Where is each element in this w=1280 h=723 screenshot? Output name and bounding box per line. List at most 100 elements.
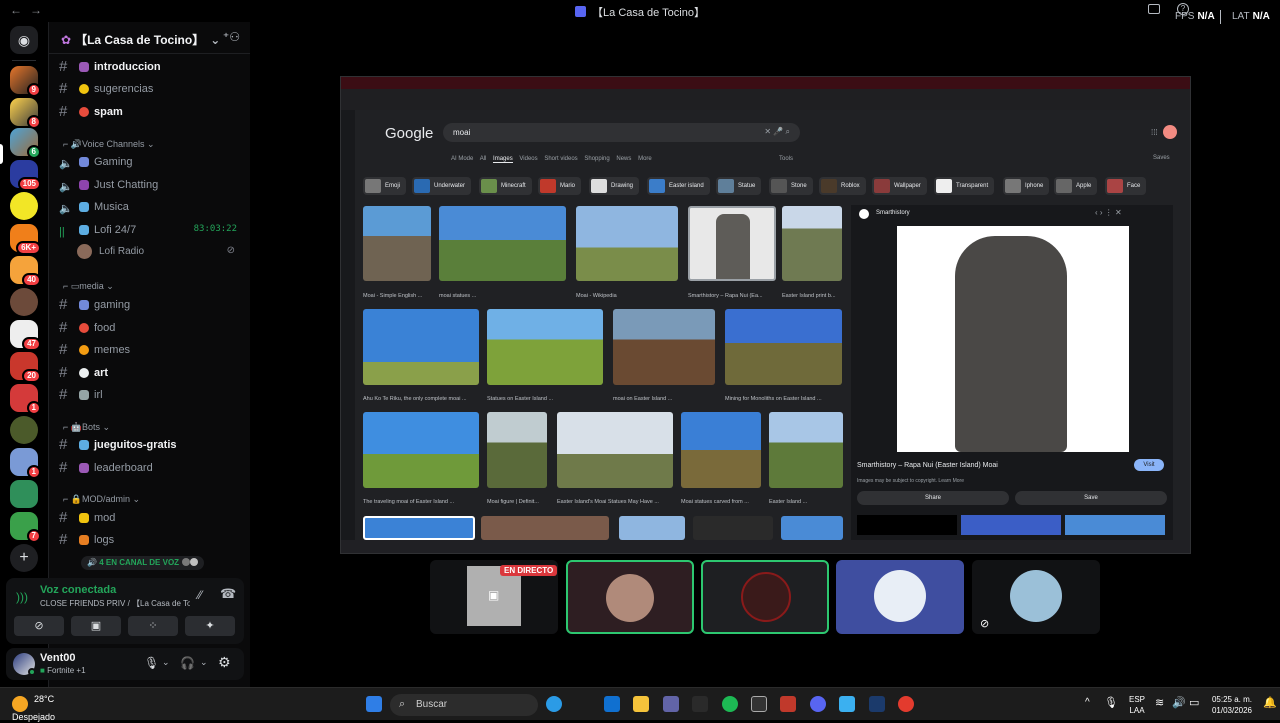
server-icon-7[interactable]: 40: [10, 256, 41, 287]
server-icon-15[interactable]: 7: [10, 512, 41, 543]
camera-off-button[interactable]: ⊘: [14, 616, 64, 636]
headphones-icon[interactable]: 🎧: [180, 656, 195, 670]
channel-jueguitos-gratis[interactable]: # jueguitos-gratis: [59, 436, 247, 456]
chevron-down-icon[interactable]: ⌄: [200, 657, 208, 668]
microphone-icon[interactable]: 🎙: [1104, 696, 1118, 709]
file-explorer-icon[interactable]: [633, 696, 649, 712]
voice-channel-just-chatting[interactable]: 🔈 Just Chatting: [59, 176, 247, 196]
share-screen-button[interactable]: ▣: [71, 616, 121, 636]
app-icon[interactable]: [839, 696, 855, 712]
channel-memes[interactable]: # memes: [59, 341, 247, 361]
participant-tile[interactable]: ⊘: [972, 560, 1100, 634]
server-icon-2[interactable]: 8: [10, 98, 41, 129]
server-icon-la-casa-de-tocino[interactable]: 6: [10, 128, 41, 159]
channel-spam[interactable]: # spam: [59, 103, 247, 123]
channel-logs[interactable]: # logs: [59, 531, 247, 551]
temperature: 28°C: [34, 694, 55, 704]
chrome-icon[interactable]: [898, 696, 914, 712]
participant-tile[interactable]: [701, 560, 829, 634]
category-media[interactable]: ⌐ ▭media ⌄: [63, 281, 114, 292]
microphone-icon[interactable]: 🎙: [144, 656, 159, 670]
voice-location[interactable]: CLOSE FRIENDS PRIV / 【La Casa de To...: [40, 598, 190, 609]
app-icon[interactable]: [869, 696, 885, 712]
battery-icon[interactable]: ▭: [1189, 696, 1199, 709]
guild-header[interactable]: ✿ 【La Casa de Tocino】 ⌄ ⁺⚇: [49, 22, 250, 54]
category-label: media: [79, 281, 104, 291]
app-icon[interactable]: [751, 696, 767, 712]
soundboard-icon: ✦: [205, 620, 215, 632]
notifications-icon[interactable]: 🔔: [1263, 696, 1277, 709]
hash-icon: #: [59, 364, 68, 381]
category-mod-admin[interactable]: ⌐ 🔒MOD/admin ⌄: [63, 494, 140, 505]
channel-irl[interactable]: # irl: [59, 386, 247, 406]
server-icon-5[interactable]: [10, 192, 38, 220]
wifi-icon[interactable]: ≋: [1155, 696, 1164, 709]
channel-sugerencias[interactable]: # sugerencias: [59, 80, 247, 100]
image-result: [363, 412, 479, 488]
server-icon-11[interactable]: 1: [10, 384, 41, 415]
direct-messages-icon[interactable]: ◉: [10, 26, 38, 54]
voice-channel-lofi[interactable]: || Lofi 24/7 83:03:22: [59, 221, 247, 241]
outlook-icon[interactable]: [604, 696, 620, 712]
channel-leaderboard[interactable]: # leaderboard: [59, 459, 247, 479]
hash-icon: #: [59, 319, 68, 336]
spotify-icon[interactable]: [722, 696, 738, 712]
server-icon-10[interactable]: 20: [10, 352, 41, 383]
app-icon[interactable]: [780, 696, 796, 712]
server-icon-1[interactable]: 9: [10, 66, 41, 97]
voice-member-lofi-radio[interactable]: Lofi Radio ⊘: [77, 243, 247, 263]
time: 05:25 a. m.: [1211, 695, 1252, 704]
settings-gear-icon[interactable]: ⚙: [218, 654, 231, 671]
chip: Easter island: [647, 177, 710, 195]
voice-count-label: 4 EN CANAL DE VOZ: [99, 558, 180, 567]
category-label: MOD/admin: [81, 494, 130, 504]
category-voice-channels[interactable]: ⌐ 🔊Voice Channels ⌄: [63, 139, 155, 150]
windows-start-icon[interactable]: [366, 696, 382, 712]
member-name: Lofi Radio: [99, 246, 145, 257]
add-server-icon[interactable]: +: [10, 544, 38, 572]
voice-channel-gaming[interactable]: 🔈 Gaming: [59, 153, 247, 173]
channel-introduccion[interactable]: # introduccion: [59, 58, 247, 78]
taskbar-search[interactable]: ⌕ Buscar: [390, 694, 538, 716]
channel-art[interactable]: # art: [59, 364, 247, 384]
soundboard-button[interactable]: ✦: [185, 616, 235, 636]
channel-gaming[interactable]: # gaming: [59, 296, 247, 316]
voice-status[interactable]: Voz conectada: [40, 584, 116, 596]
server-icon-9[interactable]: 47: [10, 320, 41, 351]
voice-channel-musica[interactable]: 🔈 Musica: [59, 198, 247, 218]
participant-tile[interactable]: [836, 560, 964, 634]
avatar: [1163, 125, 1177, 139]
channel-food[interactable]: # food: [59, 319, 247, 339]
channel-mod[interactable]: # mod: [59, 509, 247, 529]
weather-widget[interactable]: 28°C Despejado: [12, 694, 55, 723]
voice-count-pill[interactable]: 🔊 4 EN CANAL DE VOZ: [81, 556, 205, 570]
server-icon-8[interactable]: [10, 288, 38, 316]
server-icon-14[interactable]: [10, 480, 38, 508]
discord-icon[interactable]: [810, 696, 826, 712]
category-bots[interactable]: ⌐ 🤖Bots ⌄: [63, 422, 110, 433]
chevron-up-icon[interactable]: ^: [1085, 697, 1090, 708]
hash-icon: #: [59, 386, 68, 403]
volume-icon[interactable]: 🔊: [1172, 696, 1186, 709]
language-indicator[interactable]: ESP LAA: [1129, 694, 1145, 716]
username[interactable]: Vent00: [40, 652, 75, 664]
lightbulb-icon: [79, 84, 89, 94]
server-icon-13[interactable]: 1: [10, 448, 41, 479]
participant-tile[interactable]: [566, 560, 694, 634]
server-icon-6[interactable]: 6K+: [10, 224, 41, 255]
activities-button[interactable]: ⁘: [128, 616, 178, 636]
edge-icon[interactable]: [546, 696, 562, 712]
inbox-icon[interactable]: [1148, 4, 1160, 14]
google-search-box: moai ✕ 🎤 ⌕: [443, 123, 800, 142]
chevron-down-icon[interactable]: ⌄: [162, 657, 170, 668]
server-icon-punto[interactable]: 105: [10, 160, 41, 191]
store-icon[interactable]: [692, 696, 708, 712]
invite-people-icon[interactable]: ⁺⚇: [223, 30, 240, 44]
server-icon-12[interactable]: [10, 416, 38, 444]
disconnect-icon[interactable]: ☎: [220, 586, 236, 602]
noise-suppression-icon[interactable]: ⁄⁄: [198, 588, 202, 602]
taskbar-clock[interactable]: 05:25 a. m. 01/03/2026: [1212, 694, 1252, 716]
stream-view[interactable]: Google moai ✕ 🎤 ⌕ AI Mode All Images Vide…: [340, 76, 1191, 554]
hash-icon: #: [59, 459, 68, 476]
teams-icon[interactable]: [663, 696, 679, 712]
